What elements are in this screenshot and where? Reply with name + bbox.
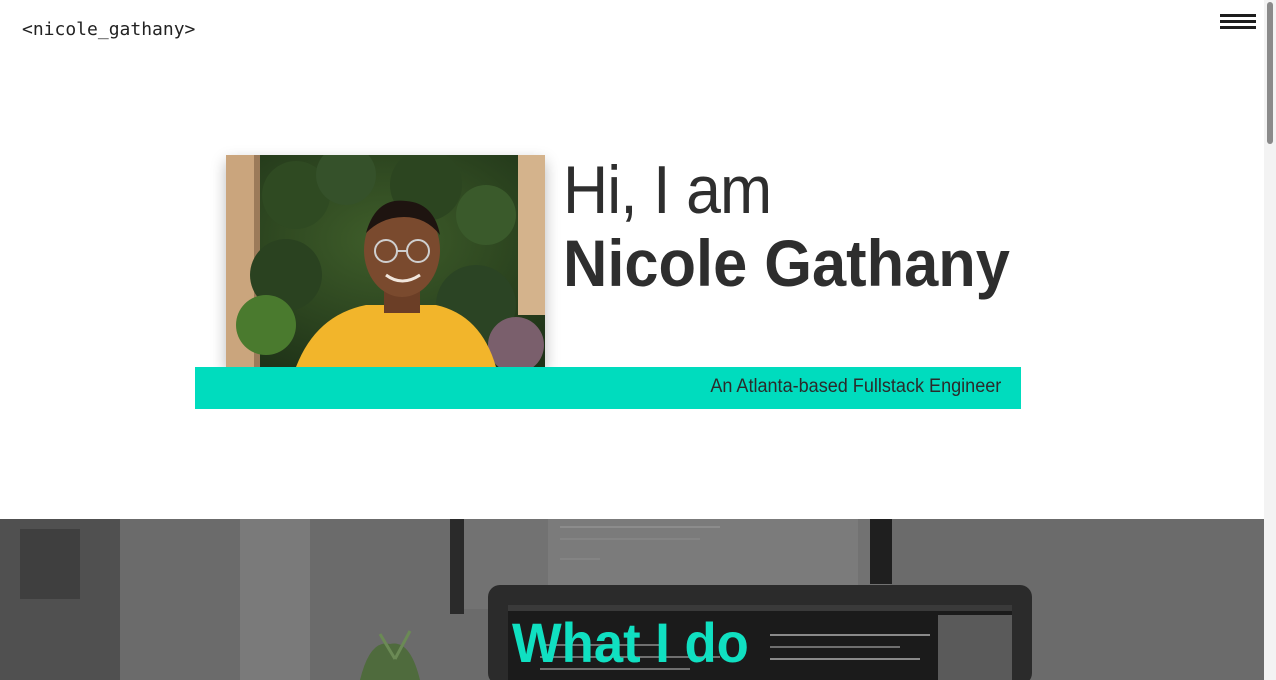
- scrollbar-thumb[interactable]: [1267, 2, 1273, 144]
- hero-tagline: An Atlanta-based Fullstack Engineer: [710, 376, 1001, 397]
- page-scrollbar[interactable]: [1264, 0, 1276, 680]
- tagline-bar: An Atlanta-based Fullstack Engineer: [195, 367, 1021, 409]
- site-logo[interactable]: <nicole_gathany>: [22, 19, 195, 40]
- hamburger-menu-icon[interactable]: [1220, 14, 1256, 30]
- what-i-do-title: What I do: [512, 611, 749, 674]
- what-i-do-section: What I do: [0, 519, 1264, 680]
- hero-name: Nicole Gathany: [563, 226, 1010, 300]
- hero-greeting: Hi, I am: [563, 152, 772, 228]
- portrait-photo: [226, 155, 545, 367]
